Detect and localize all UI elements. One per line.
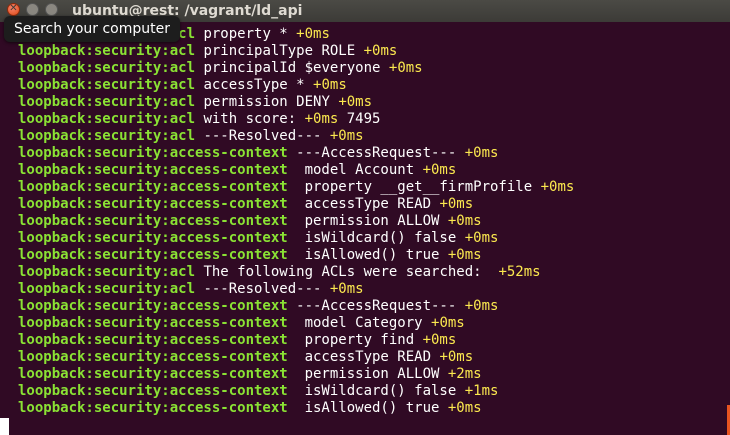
log-namespace: loopback:security:acl — [18, 111, 196, 127]
log-timing: +0ms — [329, 128, 364, 144]
terminal-window: ✕ ubuntu@rest: /vagrant/ld_api Search yo… — [0, 0, 730, 435]
log-message: with score: — [195, 111, 305, 127]
log-namespace: loopback:security:access-context — [18, 162, 288, 178]
log-line: loopback:security:acl principalId $every… — [18, 60, 574, 77]
log-namespace: loopback:security:access-context — [18, 247, 288, 263]
log-namespace: loopback:security:access-context — [18, 145, 288, 161]
log-message: property __get__firmProfile — [287, 179, 541, 195]
log-line: loopback:security:access-context permiss… — [18, 213, 574, 230]
log-message: permission ALLOW — [287, 213, 448, 229]
log-line: loopback:security:access-context accessT… — [18, 349, 574, 366]
log-line: loopback:security:access-context model A… — [18, 162, 574, 179]
log-message: ---AccessRequest--- — [287, 298, 465, 314]
log-timing: +0ms — [431, 315, 465, 331]
log-timing: +0ms — [338, 94, 373, 110]
log-timing: +0ms — [447, 213, 482, 229]
log-timing: +0ms — [388, 60, 423, 76]
log-message: principalId $everyone — [195, 60, 389, 76]
log-message: permission DENY — [195, 94, 339, 110]
terminal-output[interactable]: loopback:security:acl property * +0msloo… — [18, 26, 574, 417]
log-timing: +0ms — [363, 43, 398, 59]
log-message: property * — [195, 26, 297, 42]
log-message: isWildcard() false — [287, 383, 465, 399]
log-namespace: loopback:security:access-context — [18, 179, 288, 195]
log-line: loopback:security:access-context isAllow… — [18, 400, 574, 417]
log-timing: +0ms — [304, 111, 339, 127]
log-timing: +0ms — [439, 196, 474, 212]
log-namespace: loopback:security:access-context — [18, 298, 288, 314]
terminal-cursor — [0, 418, 9, 435]
log-message: ---AccessRequest--- — [287, 145, 465, 161]
log-message: isAllowed() true — [287, 400, 448, 416]
log-namespace: loopback:security:acl — [18, 94, 196, 110]
log-message: principalType ROLE — [195, 43, 364, 59]
log-line: loopback:security:acl with score: +0ms 7… — [18, 111, 574, 128]
log-tail: 7495 — [338, 111, 381, 127]
log-namespace: loopback:security:acl — [18, 281, 196, 297]
log-message: isWildcard() false — [287, 230, 465, 246]
log-timing: +0ms — [422, 332, 457, 348]
log-timing: +0ms — [439, 349, 474, 365]
log-line: loopback:security:access-context isWildc… — [18, 383, 574, 400]
log-message: property find — [287, 332, 423, 348]
log-namespace: loopback:security:access-context — [18, 332, 288, 348]
log-namespace: loopback:security:access-context — [18, 366, 288, 382]
log-message: accessType * — [195, 77, 314, 93]
log-namespace: loopback:security:access-context — [18, 196, 288, 212]
log-message: accessType READ — [287, 349, 440, 365]
log-message: ---Resolved--- — [195, 128, 330, 144]
log-namespace: loopback:security:acl — [18, 128, 196, 144]
log-timing: +0ms — [422, 162, 457, 178]
log-line: loopback:security:acl ---Resolved--- +0m… — [18, 128, 574, 145]
log-namespace: loopback:security:acl — [18, 264, 196, 280]
log-timing: +0ms — [313, 77, 347, 93]
log-timing: +0ms — [447, 247, 482, 263]
log-namespace: loopback:security:acl — [18, 77, 196, 93]
log-namespace: loopback:security:access-context — [18, 213, 288, 229]
log-line: loopback:security:access-context isWildc… — [18, 230, 574, 247]
search-tooltip: Search your computer — [4, 16, 180, 42]
log-line: loopback:security:access-context propert… — [18, 179, 574, 196]
log-line: loopback:security:access-context model C… — [18, 315, 574, 332]
log-namespace: loopback:security:acl — [18, 60, 196, 76]
log-message: model Account — [287, 162, 423, 178]
log-line: loopback:security:access-context isAllow… — [18, 247, 574, 264]
log-timing: +1ms — [464, 383, 499, 399]
log-timing: +0ms — [464, 298, 499, 314]
log-line: loopback:security:access-context propert… — [18, 332, 574, 349]
log-namespace: loopback:security:access-context — [18, 349, 288, 365]
log-line: loopback:security:access-context ---Acce… — [18, 145, 574, 162]
log-line: loopback:security:acl The following ACLs… — [18, 264, 574, 281]
log-namespace: loopback:security:access-context — [18, 383, 288, 399]
close-window-button[interactable]: ✕ — [7, 3, 20, 16]
log-message: accessType READ — [287, 196, 440, 212]
log-timing: +52ms — [498, 264, 541, 280]
log-timing: +0ms — [464, 230, 499, 246]
log-message: permission ALLOW — [287, 366, 448, 382]
log-timing: +0ms — [447, 400, 482, 416]
log-message: The following ACLs were searched: — [195, 264, 499, 280]
log-timing: +0ms — [464, 145, 499, 161]
maximize-window-button[interactable] — [45, 3, 58, 16]
log-message: isAllowed() true — [287, 247, 448, 263]
log-line: loopback:security:access-context accessT… — [18, 196, 574, 213]
minimize-window-button[interactable] — [26, 3, 39, 16]
log-line: loopback:security:access-context ---Acce… — [18, 298, 574, 315]
log-timing: +2ms — [447, 366, 482, 382]
log-line: loopback:security:acl permission DENY +0… — [18, 94, 574, 111]
log-namespace: loopback:security:access-context — [18, 400, 288, 416]
log-line: loopback:security:acl ---Resolved--- +0m… — [18, 281, 574, 298]
log-message: ---Resolved--- — [195, 281, 330, 297]
log-namespace: loopback:security:access-context — [18, 230, 288, 246]
log-timing: +0ms — [329, 281, 364, 297]
log-namespace: loopback:security:acl — [18, 43, 196, 59]
log-line: loopback:security:access-context permiss… — [18, 366, 574, 383]
log-timing: +0ms — [540, 179, 575, 195]
log-line: loopback:security:acl accessType * +0ms — [18, 77, 574, 94]
log-message: model Category — [287, 315, 432, 331]
log-timing: +0ms — [296, 26, 330, 42]
log-namespace: loopback:security:access-context — [18, 315, 288, 331]
log-line: loopback:security:acl principalType ROLE… — [18, 43, 574, 60]
